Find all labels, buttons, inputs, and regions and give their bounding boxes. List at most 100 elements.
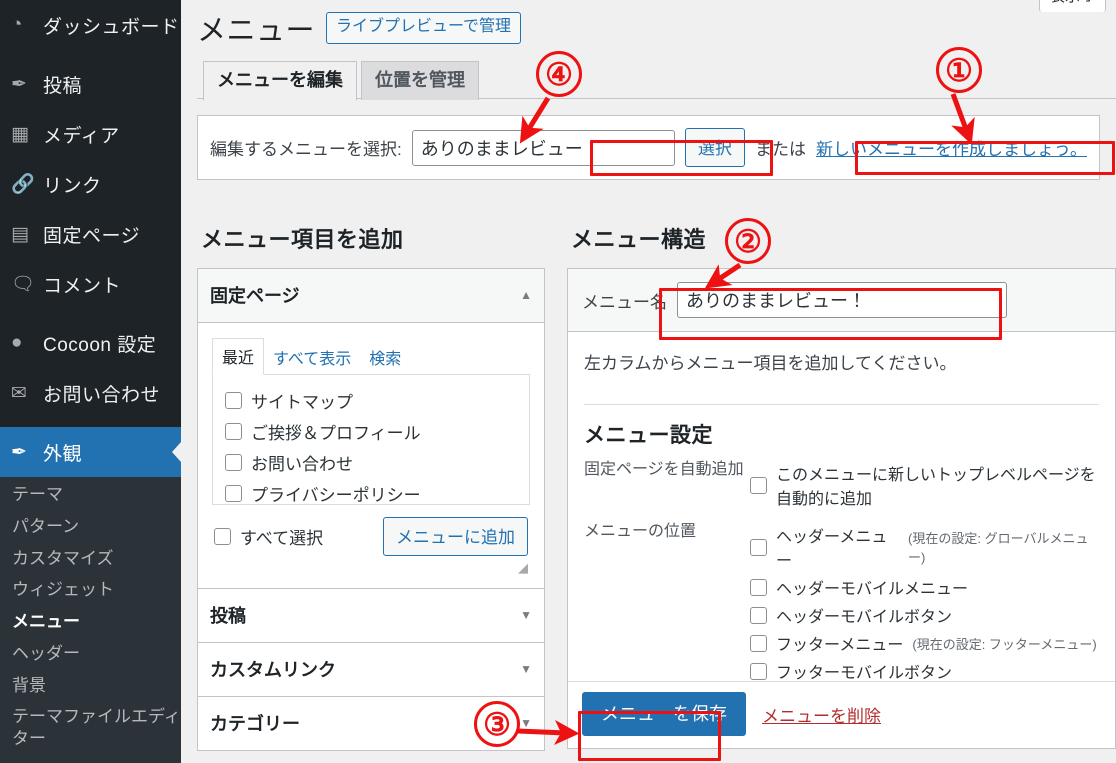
sidebar-item-label: 固定ページ	[43, 221, 140, 248]
pages-tab[interactable]: すべて表示	[264, 340, 360, 375]
page-checkbox-row[interactable]: お問い合わせ	[225, 447, 517, 478]
annotation-marker-2: ②	[725, 218, 771, 264]
sidebar-item-cocoon[interactable]: ●Cocoon 設定	[0, 318, 181, 368]
main-content: 表示オ メニュー ライブプレビューで管理 メニューを編集位置を管理 編集するメニ…	[181, 0, 1116, 763]
delete-menu-link[interactable]: メニューを削除	[762, 702, 881, 727]
add-menu-items-column: メニュー項目を追加 固定ページ ▲ 最近すべて表示検索 サイトマップご挨拶＆プロ…	[197, 222, 545, 751]
or-text: または	[755, 135, 806, 160]
page-icon: ▤	[11, 223, 43, 246]
annotation-marker-1: ①	[936, 47, 982, 93]
pages-tab[interactable]: 検索	[360, 340, 410, 375]
sidebar-item-label: メディア	[43, 121, 120, 148]
mail-icon: ✉	[11, 382, 43, 405]
add-to-menu-button[interactable]: メニューに追加	[383, 517, 528, 556]
sidebar-subitem[interactable]: 背景	[0, 670, 181, 702]
sidebar-subitem[interactable]: ウィジェット	[0, 574, 181, 606]
link-icon: 🔗	[11, 172, 43, 196]
page-checkbox-label: プライバシーポリシー	[251, 481, 421, 505]
menu-select-row: 編集するメニューを選択: ありのままレビュー！ 選択 または 新しいメニューを作…	[197, 115, 1100, 180]
menu-location-checkbox[interactable]	[750, 607, 767, 624]
chevron-down-icon[interactable]: ▼	[520, 717, 532, 729]
dashboard-icon: ◔	[11, 14, 43, 36]
appearance-icon: ✒	[11, 441, 43, 464]
sidebar-subitem[interactable]: ヘッダー	[0, 638, 181, 670]
sidebar-item-label: ダッシュボード	[43, 12, 180, 39]
sidebar-item-link[interactable]: 🔗リンク	[0, 159, 181, 209]
select-all-wrapper[interactable]: すべて選択	[214, 524, 323, 549]
sidebar-item-label: リンク	[43, 171, 102, 198]
sidebar-subitem[interactable]: カスタマイズ	[0, 543, 181, 575]
categories-postbox-title: カテゴリー	[210, 710, 300, 736]
sidebar-item-mail[interactable]: ✉お問い合わせ	[0, 368, 181, 418]
tab-edit-menus[interactable]: メニューを編集	[203, 61, 357, 101]
page-checkbox-row[interactable]: ご挨拶＆プロフィール	[225, 416, 517, 447]
page-checkbox[interactable]	[225, 485, 242, 502]
menu-location-checkbox[interactable]	[750, 635, 767, 652]
custom-links-postbox-title: カスタムリンク	[210, 656, 336, 682]
sidebar-item-appearance[interactable]: ✒外観	[0, 427, 181, 477]
custom-links-postbox-header[interactable]: カスタムリンク ▼	[198, 643, 544, 696]
page-checkbox[interactable]	[225, 392, 242, 409]
menu-location-checkbox[interactable]	[750, 579, 767, 596]
menu-structure-column: メニュー構造 メニュー名 ありのままレビュー！ 左カラムからメニュー項目を追加し…	[567, 222, 1116, 763]
page-header: メニュー ライブプレビューで管理	[181, 0, 1116, 49]
tab-manage-locations[interactable]: 位置を管理	[361, 61, 479, 100]
menu-location-label: ヘッダーモバイルボタン	[776, 603, 952, 627]
resize-handle-icon[interactable]: ◢	[212, 560, 530, 578]
sidebar-item-label: コメント	[43, 271, 121, 298]
sidebar-item-page[interactable]: ▤固定ページ	[0, 209, 181, 259]
pages-tab[interactable]: 最近	[212, 338, 264, 375]
menu-location-checkbox[interactable]	[750, 539, 767, 556]
sidebar-subitem[interactable]: テーマ	[0, 479, 181, 511]
sidebar-item-comment[interactable]: 🗨コメント	[0, 259, 181, 309]
chevron-up-icon[interactable]: ▲	[520, 289, 532, 301]
menu-settings-heading: メニュー設定	[584, 419, 1099, 449]
empty-menu-note: 左カラムからメニュー項目を追加してください。	[568, 332, 1115, 404]
page-checkbox[interactable]	[225, 423, 242, 440]
select-all-checkbox[interactable]	[214, 528, 231, 545]
pages-postbox-header[interactable]: 固定ページ ▲	[198, 269, 544, 323]
screen-options-button[interactable]: 表示オ	[1039, 0, 1106, 12]
sidebar-subitem[interactable]: パターン	[0, 511, 181, 543]
chevron-down-icon[interactable]: ▼	[520, 663, 532, 675]
auto-add-body: このメニューに新しいトップレベルページを自動的に追加	[750, 459, 1099, 511]
menu-location-checkbox[interactable]	[750, 663, 767, 680]
menu-location-row[interactable]: ヘッダーモバイルメニュー	[750, 573, 1099, 601]
live-preview-button[interactable]: ライブプレビューで管理	[326, 12, 521, 43]
save-menu-button[interactable]: メニューを保存	[582, 692, 746, 736]
create-new-menu-link[interactable]: 新しいメニューを作成しましょう。	[816, 135, 1087, 160]
page-checkbox-label: ご挨拶＆プロフィール	[251, 419, 421, 444]
page-title: メニュー	[197, 7, 315, 49]
menu-location-note: (現在の設定: フッターメニュー)	[912, 634, 1096, 653]
menu-location-note: (現在の設定: グローバルメニュー)	[908, 528, 1099, 566]
menu-location-label: ヘッダーメニュー	[776, 523, 899, 571]
menu-location-row[interactable]: ヘッダーモバイルボタン	[750, 601, 1099, 629]
sidebar-subitem[interactable]: メニュー	[0, 606, 181, 638]
auto-add-option-row[interactable]: このメニューに新しいトップレベルページを自動的に追加	[750, 459, 1099, 511]
menu-name-label: メニュー名	[582, 288, 667, 313]
posts-postbox-header[interactable]: 投稿 ▼	[198, 589, 544, 642]
media-icon: ▦	[11, 123, 43, 146]
sidebar-subitem[interactable]: テーマファイルエディター	[0, 701, 181, 755]
menu-name-input[interactable]: ありのままレビュー！	[677, 282, 1007, 318]
menu-location-label: フッターモバイルボタン	[776, 659, 952, 683]
auto-add-label: 固定ページを自動追加	[584, 459, 744, 511]
sidebar-item-pin[interactable]: ✒投稿	[0, 59, 181, 109]
sidebar-item-dashboard[interactable]: ◔ダッシュボード	[0, 0, 181, 50]
comment-icon: 🗨	[11, 272, 43, 296]
menu-location-row[interactable]: フッターメニュー(現在の設定: フッターメニュー)	[750, 629, 1099, 657]
admin-sidebar: ◔ダッシュボード✒投稿▦メディア🔗リンク▤固定ページ🗨コメント●Cocoon 設…	[0, 0, 181, 763]
select-button[interactable]: 選択	[685, 128, 745, 167]
auto-add-checkbox[interactable]	[750, 477, 767, 494]
page-checkbox-row[interactable]: サイトマップ	[225, 385, 517, 416]
page-checkbox[interactable]	[225, 454, 242, 471]
sidebar-item-label: Cocoon 設定	[43, 330, 156, 357]
sidebar-item-media[interactable]: ▦メディア	[0, 109, 181, 159]
page-checkbox-row[interactable]: プライバシーポリシー	[225, 478, 517, 505]
chevron-down-icon[interactable]: ▼	[520, 609, 532, 621]
sidebar-item-label: 投稿	[43, 71, 82, 98]
menu-select-wrapper[interactable]: ありのままレビュー！	[412, 130, 675, 166]
menu-location-row[interactable]: ヘッダーメニュー(現在の設定: グローバルメニュー)	[750, 521, 1099, 573]
pages-postbox-title: 固定ページ	[210, 282, 300, 308]
select-menu-to-edit[interactable]: ありのままレビュー！	[412, 130, 675, 166]
